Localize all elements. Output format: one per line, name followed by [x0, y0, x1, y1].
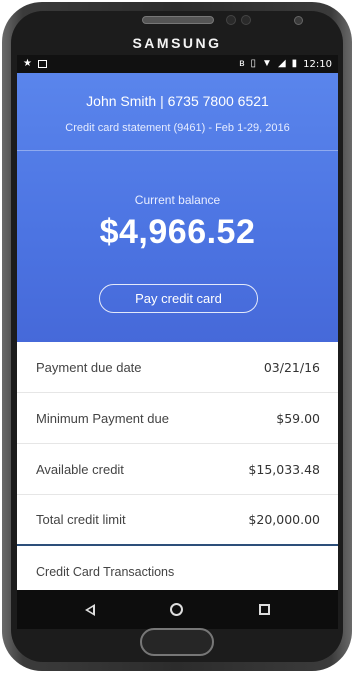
proximity-sensor — [226, 15, 236, 25]
android-nav-bar — [17, 590, 338, 629]
status-bar: ★ ʙ ▯ ▼ ◢ ▮ 12:10 — [17, 55, 338, 73]
pay-credit-card-button[interactable]: Pay credit card — [99, 284, 258, 313]
light-sensor — [241, 15, 251, 25]
detail-label: Available credit — [36, 461, 124, 477]
recent-apps-icon[interactable] — [259, 604, 271, 615]
vibrate-icon: ▯ — [250, 58, 257, 69]
back-icon[interactable] — [84, 603, 95, 616]
detail-row-total-credit-limit: Total credit limit $20,000.00 — [17, 495, 338, 546]
account-details-list: Payment due date 03/21/16 Minimum Paymen… — [17, 342, 338, 584]
screen: ★ ʙ ▯ ▼ ◢ ▮ 12:10 John Smith | 6735 7800… — [17, 55, 338, 629]
account-info: John Smith | 6735 7800 6521 — [86, 93, 269, 109]
detail-value: $59.00 — [276, 410, 320, 426]
current-balance-label: Current balance — [134, 193, 221, 207]
front-camera-icon — [294, 16, 303, 25]
signal-icon: ◢ — [277, 58, 286, 69]
battery-icon: ▮ — [291, 58, 298, 69]
hardware-home-button[interactable] — [140, 628, 214, 656]
detail-value: 03/21/16 — [263, 359, 320, 375]
home-icon[interactable] — [170, 603, 184, 616]
detail-row-minimum-payment: Minimum Payment due $59.00 — [17, 393, 338, 444]
detail-value: $15,033.48 — [248, 461, 320, 477]
detail-row-payment-due-date: Payment due date 03/21/16 — [17, 342, 338, 393]
image-icon — [37, 60, 47, 68]
wifi-icon: ▼ — [262, 58, 272, 69]
earpiece-speaker — [142, 16, 214, 24]
detail-label: Total credit limit — [36, 512, 126, 527]
brand-logo: SAMSUNG — [132, 35, 222, 51]
header-divider — [17, 150, 338, 151]
statement-period: Credit card statement (9461) - Feb 1-29,… — [65, 122, 290, 134]
detail-value: $20,000.00 — [248, 512, 320, 527]
transactions-section-title[interactable]: Credit Card Transactions — [17, 546, 338, 584]
detail-label: Minimum Payment due — [36, 410, 169, 426]
detail-label: Payment due date — [36, 359, 142, 375]
status-time: 12:10 — [303, 58, 332, 70]
bluetooth-icon: ʙ — [239, 58, 245, 69]
balance-header: John Smith | 6735 7800 6521 Credit card … — [17, 73, 338, 342]
detail-row-available-credit: Available credit $15,033.48 — [17, 444, 338, 495]
star-icon: ★ — [23, 58, 32, 69]
current-balance-amount: $4,966.52 — [99, 213, 256, 251]
